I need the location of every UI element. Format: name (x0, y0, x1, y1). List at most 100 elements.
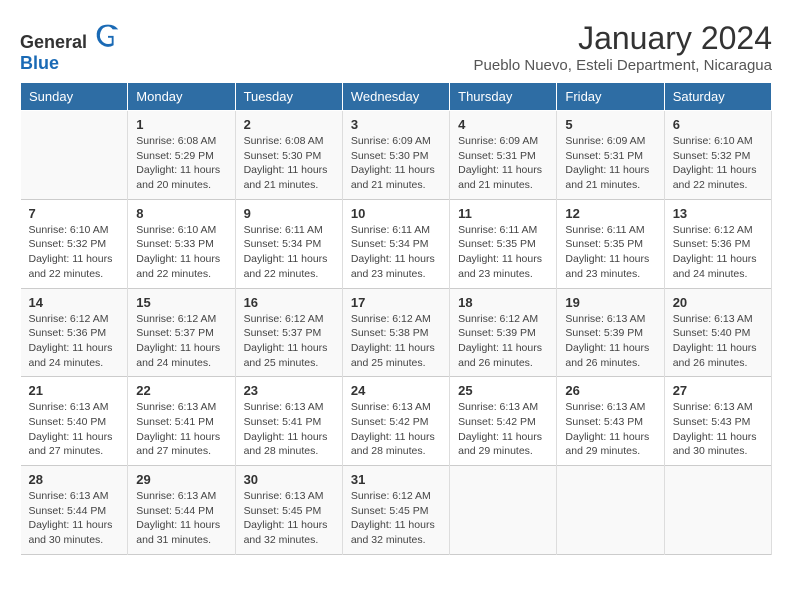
day-number: 25 (458, 383, 548, 398)
day-info: Sunrise: 6:13 AMSunset: 5:42 PMDaylight:… (351, 400, 441, 459)
calendar-day-cell (21, 111, 128, 200)
calendar-day-cell (664, 466, 771, 555)
day-info: Sunrise: 6:10 AMSunset: 5:32 PMDaylight:… (673, 134, 763, 193)
calendar-day-cell: 31Sunrise: 6:12 AMSunset: 5:45 PMDayligh… (342, 466, 449, 555)
calendar-day-cell: 5 Sunrise: 6:09 AMSunset: 5:31 PMDaylight… (557, 111, 664, 200)
day-number: 9 (244, 206, 334, 221)
calendar-day-cell: 29 Sunrise: 6:13 AMSunset: 5:44 PMDayligh… (128, 466, 235, 555)
day-info: Sunrise: 6:12 AMSunset: 5:36 PMDaylight:… (673, 223, 763, 282)
day-info: Sunrise: 6:11 AMSunset: 5:34 PMDaylight:… (244, 223, 334, 282)
day-number: 22 (136, 383, 226, 398)
day-number: 19 (565, 295, 655, 310)
calendar-day-cell (450, 466, 557, 555)
day-info: Sunrise: 6:09 AMSunset: 5:31 PMDaylight:… (565, 134, 655, 193)
day-info: Sunrise: 6:13 AMSunset: 5:39 PMDaylight:… (565, 312, 655, 371)
day-number: 30 (244, 472, 334, 487)
calendar-header-cell: Tuesday (235, 83, 342, 111)
calendar-day-cell: 8Sunrise: 6:10 AMSunset: 5:33 PMDaylight… (128, 199, 235, 288)
day-info: Sunrise: 6:13 AMSunset: 5:40 PMDaylight:… (673, 312, 763, 371)
calendar-day-cell: 20Sunrise: 6:13 AMSunset: 5:40 PMDayligh… (664, 288, 771, 377)
calendar-day-cell: 16 Sunrise: 6:12 AMSunset: 5:37 PMDayligh… (235, 288, 342, 377)
day-info: Sunrise: 6:12 AMSunset: 5:38 PMDaylight:… (351, 312, 441, 371)
calendar-day-cell: 24 Sunrise: 6:13 AMSunset: 5:42 PMDayligh… (342, 377, 449, 466)
day-number: 11 (458, 206, 548, 221)
day-info: Sunrise: 6:13 AMSunset: 5:42 PMDaylight:… (458, 400, 548, 459)
day-info: Sunrise: 6:13 AMSunset: 5:45 PMDaylight:… (244, 489, 334, 548)
calendar-day-cell: 27Sunrise: 6:13 AMSunset: 5:43 PMDayligh… (664, 377, 771, 466)
day-info: Sunrise: 6:13 AMSunset: 5:43 PMDaylight:… (673, 400, 763, 459)
calendar-week-row: 7 Sunrise: 6:10 AMSunset: 5:32 PMDaylight… (21, 199, 772, 288)
day-number: 14 (29, 295, 120, 310)
day-number: 21 (29, 383, 120, 398)
calendar-day-cell (557, 466, 664, 555)
calendar-table: SundayMondayTuesdayWednesdayThursdayFrid… (20, 82, 772, 555)
calendar-week-row: 21 Sunrise: 6:13 AMSunset: 5:40 PMDayligh… (21, 377, 772, 466)
day-number: 2 (244, 117, 334, 132)
day-number: 4 (458, 117, 548, 132)
day-number: 31 (351, 472, 441, 487)
calendar-day-cell: 10Sunrise: 6:11 AMSunset: 5:34 PMDayligh… (342, 199, 449, 288)
main-title: January 2024 (474, 20, 773, 57)
day-number: 24 (351, 383, 441, 398)
calendar-header-cell: Monday (128, 83, 235, 111)
page-header: General Blue January 2024 Pueblo Nuevo, … (20, 20, 772, 74)
calendar-day-cell: 14 Sunrise: 6:12 AMSunset: 5:36 PMDayligh… (21, 288, 128, 377)
calendar-header-row: SundayMondayTuesdayWednesdayThursdayFrid… (21, 83, 772, 111)
day-number: 29 (136, 472, 226, 487)
day-number: 7 (29, 206, 120, 221)
day-info: Sunrise: 6:12 AMSunset: 5:36 PMDaylight:… (29, 312, 120, 371)
day-info: Sunrise: 6:11 AMSunset: 5:35 PMDaylight:… (565, 223, 655, 282)
calendar-day-cell: 1 Sunrise: 6:08 AMSunset: 5:29 PMDaylight… (128, 111, 235, 200)
calendar-day-cell: 3 Sunrise: 6:09 AMSunset: 5:30 PMDaylight… (342, 111, 449, 200)
calendar-day-cell: 11 Sunrise: 6:11 AMSunset: 5:35 PMDayligh… (450, 199, 557, 288)
calendar-week-row: 14 Sunrise: 6:12 AMSunset: 5:36 PMDayligh… (21, 288, 772, 377)
day-info: Sunrise: 6:09 AMSunset: 5:30 PMDaylight:… (351, 134, 441, 193)
day-info: Sunrise: 6:13 AMSunset: 5:44 PMDaylight:… (136, 489, 226, 548)
logo-icon (94, 20, 122, 48)
day-number: 3 (351, 117, 441, 132)
day-number: 18 (458, 295, 548, 310)
day-number: 6 (673, 117, 763, 132)
day-number: 15 (136, 295, 226, 310)
day-info: Sunrise: 6:12 AMSunset: 5:37 PMDaylight:… (244, 312, 334, 371)
day-number: 5 (565, 117, 655, 132)
day-number: 13 (673, 206, 763, 221)
calendar-header-cell: Wednesday (342, 83, 449, 111)
day-info: Sunrise: 6:08 AMSunset: 5:30 PMDaylight:… (244, 134, 334, 193)
calendar-day-cell: 22 Sunrise: 6:13 AMSunset: 5:41 PMDayligh… (128, 377, 235, 466)
calendar-day-cell: 6 Sunrise: 6:10 AMSunset: 5:32 PMDaylight… (664, 111, 771, 200)
calendar-day-cell: 26Sunrise: 6:13 AMSunset: 5:43 PMDayligh… (557, 377, 664, 466)
day-info: Sunrise: 6:13 AMSunset: 5:44 PMDaylight:… (29, 489, 120, 548)
calendar-day-cell: 2 Sunrise: 6:08 AMSunset: 5:30 PMDaylight… (235, 111, 342, 200)
day-number: 17 (351, 295, 441, 310)
day-number: 16 (244, 295, 334, 310)
day-number: 23 (244, 383, 334, 398)
calendar-day-cell: 17 Sunrise: 6:12 AMSunset: 5:38 PMDayligh… (342, 288, 449, 377)
day-number: 28 (29, 472, 120, 487)
day-info: Sunrise: 6:13 AMSunset: 5:40 PMDaylight:… (29, 400, 120, 459)
logo: General Blue (20, 20, 122, 74)
day-info: Sunrise: 6:13 AMSunset: 5:43 PMDaylight:… (565, 400, 655, 459)
calendar-day-cell: 9 Sunrise: 6:11 AMSunset: 5:34 PMDaylight… (235, 199, 342, 288)
calendar-header-cell: Friday (557, 83, 664, 111)
calendar-header-cell: Saturday (664, 83, 771, 111)
calendar-day-cell: 25 Sunrise: 6:13 AMSunset: 5:42 PMDayligh… (450, 377, 557, 466)
calendar-day-cell: 4Sunrise: 6:09 AMSunset: 5:31 PMDaylight… (450, 111, 557, 200)
day-info: Sunrise: 6:11 AMSunset: 5:35 PMDaylight:… (458, 223, 548, 282)
logo-text: General Blue (20, 20, 122, 74)
calendar-header-cell: Thursday (450, 83, 557, 111)
day-info: Sunrise: 6:10 AMSunset: 5:33 PMDaylight:… (136, 223, 226, 282)
calendar-day-cell: 30 Sunrise: 6:13 AMSunset: 5:45 PMDayligh… (235, 466, 342, 555)
day-info: Sunrise: 6:13 AMSunset: 5:41 PMDaylight:… (136, 400, 226, 459)
calendar-day-cell: 7 Sunrise: 6:10 AMSunset: 5:32 PMDaylight… (21, 199, 128, 288)
calendar-day-cell: 23Sunrise: 6:13 AMSunset: 5:41 PMDayligh… (235, 377, 342, 466)
day-number: 1 (136, 117, 226, 132)
day-info: Sunrise: 6:08 AMSunset: 5:29 PMDaylight:… (136, 134, 226, 193)
calendar-day-cell: 18Sunrise: 6:12 AMSunset: 5:39 PMDayligh… (450, 288, 557, 377)
day-info: Sunrise: 6:10 AMSunset: 5:32 PMDaylight:… (29, 223, 120, 282)
logo-blue: Blue (20, 53, 59, 73)
calendar-day-cell: 15Sunrise: 6:12 AMSunset: 5:37 PMDayligh… (128, 288, 235, 377)
day-number: 10 (351, 206, 441, 221)
calendar-day-cell: 13 Sunrise: 6:12 AMSunset: 5:36 PMDayligh… (664, 199, 771, 288)
subtitle: Pueblo Nuevo, Esteli Department, Nicarag… (474, 57, 773, 74)
